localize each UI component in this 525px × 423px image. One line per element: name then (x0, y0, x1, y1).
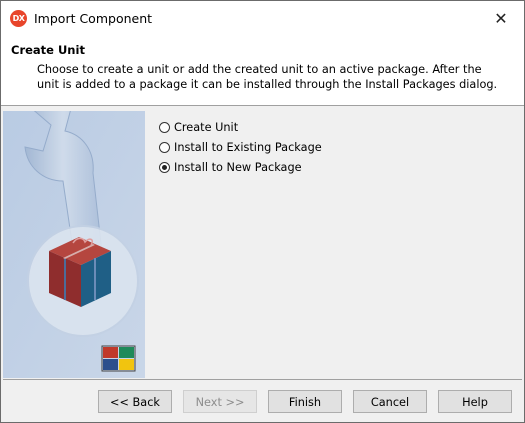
window-title: Import Component (34, 11, 153, 26)
back-button[interactable]: << Back (98, 390, 172, 413)
option-install-existing-package[interactable]: Install to Existing Package (159, 137, 322, 157)
cancel-button[interactable]: Cancel (353, 390, 427, 413)
step-description: Choose to create a unit or add the creat… (37, 63, 498, 91)
radio-create-unit[interactable] (159, 121, 170, 133)
devexpress-logo-icon: DX (10, 10, 27, 27)
option-label: Create Unit (174, 120, 239, 134)
component-cube-icon (49, 237, 111, 307)
option-create-unit[interactable]: Create Unit (159, 117, 322, 137)
next-button[interactable]: Next >> (183, 390, 257, 413)
close-button[interactable]: ✕ (478, 1, 524, 36)
wizard-side-image (3, 111, 145, 378)
footer-divider (3, 379, 522, 380)
help-button[interactable]: Help (438, 390, 512, 413)
option-label: Install to Existing Package (174, 140, 322, 154)
radio-install-new-package[interactable] (159, 161, 170, 173)
wizard-illustration (3, 111, 145, 378)
install-options-group: Create Unit Install to Existing Package … (159, 117, 322, 177)
step-title: Create Unit (11, 43, 85, 57)
import-component-dialog: DX Import Component ✕ Create Unit Choose… (0, 0, 525, 423)
close-icon: ✕ (494, 9, 508, 28)
title-bar: DX Import Component ✕ (1, 1, 524, 36)
option-install-new-package[interactable]: Install to New Package (159, 157, 322, 177)
radio-install-existing-package[interactable] (159, 141, 170, 153)
wizard-header: Create Unit Choose to create a unit or a… (1, 36, 524, 106)
option-label: Install to New Package (174, 160, 302, 174)
finish-button[interactable]: Finish (268, 390, 342, 413)
